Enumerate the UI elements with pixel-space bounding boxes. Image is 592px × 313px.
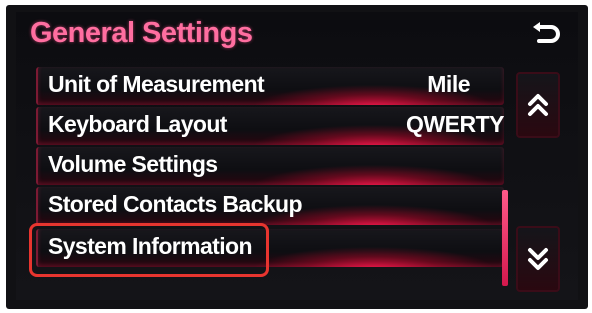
page-title: General Settings xyxy=(30,17,253,49)
scroll-down-button[interactable] xyxy=(516,226,560,292)
setting-label: Volume Settings xyxy=(48,151,218,177)
settings-screen: General Settings Unit of Measurement Mil… xyxy=(16,12,578,300)
setting-label: Unit of Measurement xyxy=(48,71,265,97)
back-arrow-icon xyxy=(533,22,560,43)
setting-value: Mile xyxy=(427,71,470,97)
double-chevron-up-icon xyxy=(528,94,548,116)
setting-row-keyboard-layout[interactable]: Keyboard Layout QWERTY xyxy=(36,107,504,145)
setting-label: Stored Contacts Backup xyxy=(48,191,303,217)
setting-value: QWERTY xyxy=(406,111,504,137)
setting-label: Keyboard Layout xyxy=(48,111,227,137)
double-chevron-down-icon xyxy=(528,248,548,270)
setting-row-volume-settings[interactable]: Volume Settings xyxy=(36,147,504,185)
setting-row-stored-contacts-backup[interactable]: Stored Contacts Backup xyxy=(36,187,504,225)
back-button[interactable] xyxy=(526,18,566,52)
scrollbar-thumb[interactable] xyxy=(502,190,508,286)
setting-row-unit-of-measurement[interactable]: Unit of Measurement Mile xyxy=(36,67,504,105)
highlight-box xyxy=(29,223,269,277)
scroll-up-button[interactable] xyxy=(516,72,560,138)
